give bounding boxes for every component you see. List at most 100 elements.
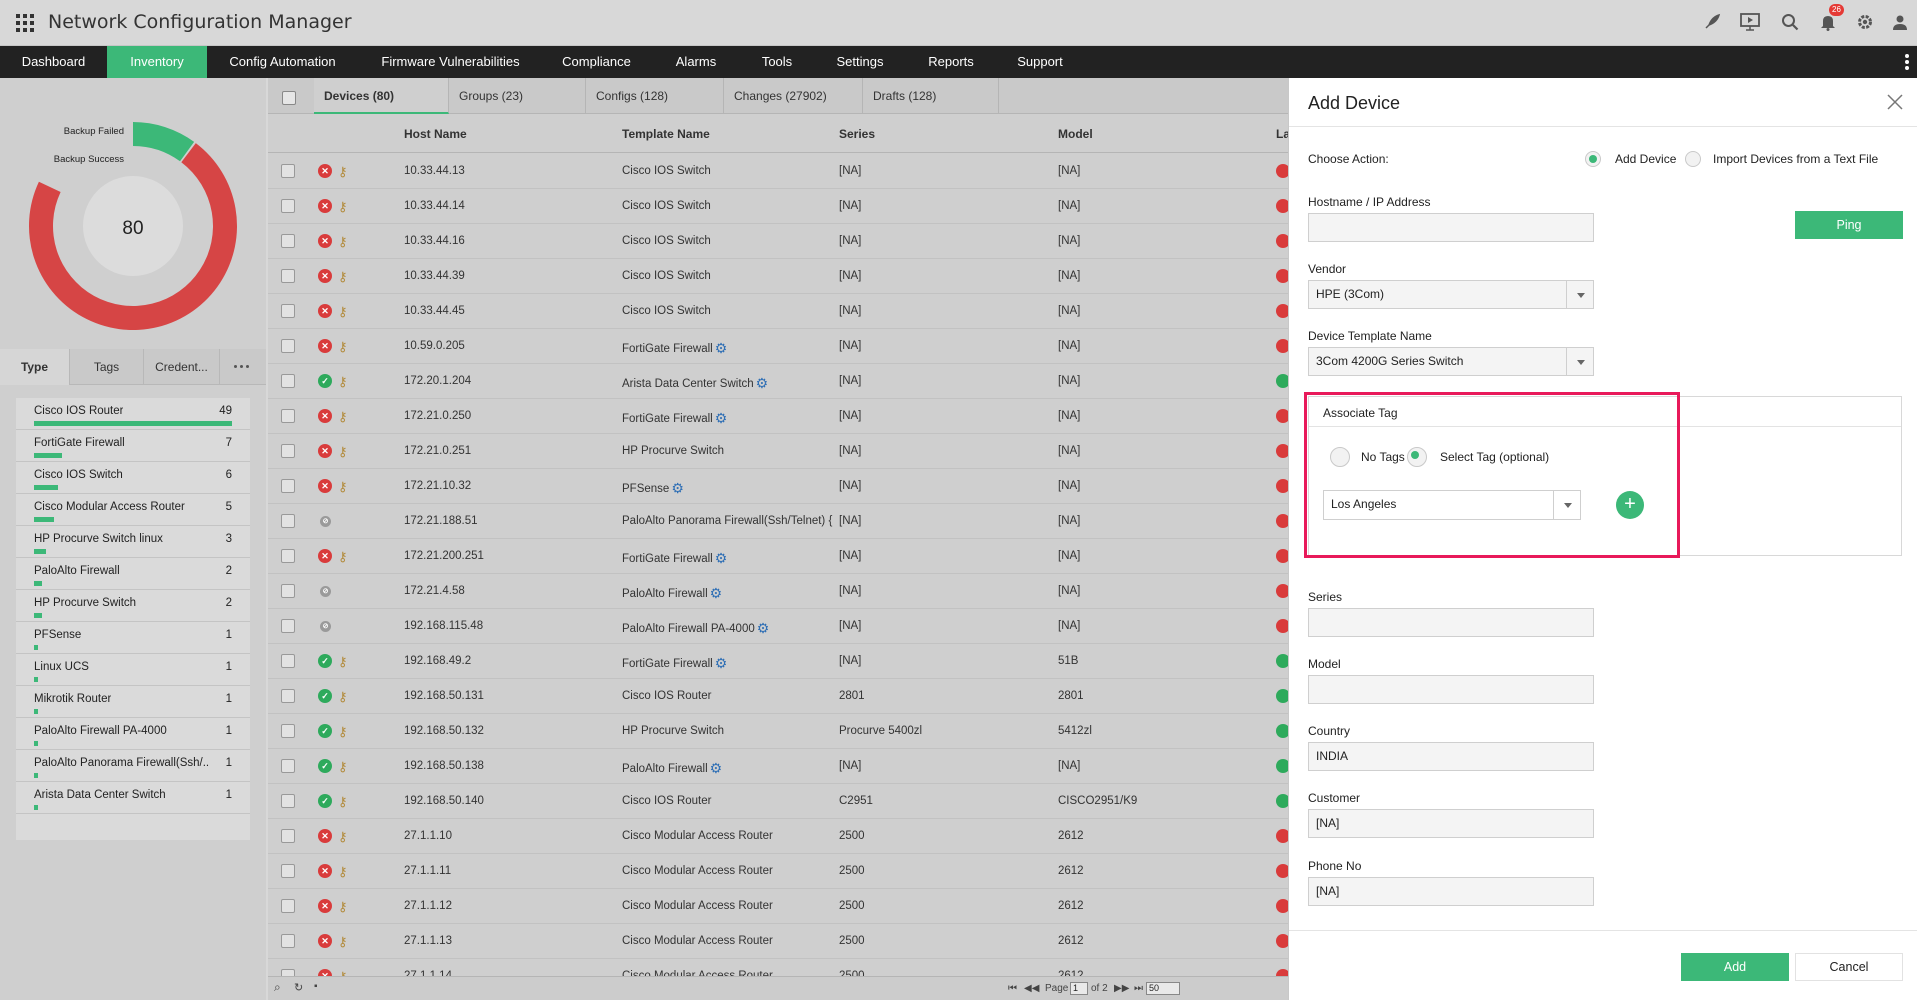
credential-key-icon[interactable]: ⚷ xyxy=(338,479,348,495)
row-checkbox[interactable] xyxy=(281,269,295,283)
gear-icon[interactable]: ⚙ xyxy=(756,375,769,392)
table-row[interactable]: ✕ ⚷ 172.21.0.251 HP Procurve Switch [NA] [NA] xyxy=(268,434,1290,469)
row-checkbox[interactable] xyxy=(281,829,295,843)
host-name-cell[interactable]: 27.1.1.11 xyxy=(404,865,451,877)
tab-changes[interactable]: Changes (27902) xyxy=(724,78,863,114)
export-icon[interactable]: ▪ xyxy=(314,981,318,992)
hostname-input[interactable] xyxy=(1308,213,1594,242)
credential-key-icon[interactable]: ⚷ xyxy=(338,199,348,215)
gear-icon[interactable]: ⚙ xyxy=(710,760,723,777)
row-checkbox[interactable] xyxy=(281,549,295,563)
type-list-item[interactable]: FortiGate Firewall 7 xyxy=(16,430,250,462)
table-row[interactable]: ✕ ⚷ 10.33.44.14 Cisco IOS Switch [NA] [NA] xyxy=(268,189,1290,224)
host-name-cell[interactable]: 10.59.0.205 xyxy=(404,340,465,352)
type-list-item[interactable]: Linux UCS 1 xyxy=(16,654,250,686)
host-name-cell[interactable]: 172.21.0.251 xyxy=(404,445,471,457)
credential-key-icon[interactable]: ⚷ xyxy=(338,829,348,845)
table-row[interactable]: ✓ ⚷ 192.168.49.2 FortiGate Firewall ⚙ [NA] 51B xyxy=(268,644,1290,679)
refresh-icon[interactable]: ↻ xyxy=(294,981,303,994)
tab-tags[interactable]: Tags xyxy=(70,349,144,385)
nav-settings[interactable]: Settings xyxy=(812,46,908,78)
host-name-cell[interactable]: 172.20.1.204 xyxy=(404,375,471,387)
tab-devices[interactable]: Devices (80) xyxy=(314,78,449,114)
row-checkbox[interactable] xyxy=(281,304,295,318)
host-name-cell[interactable]: 172.21.4.58 xyxy=(404,585,465,597)
add-button[interactable]: Add xyxy=(1681,953,1789,981)
chevron-down-icon[interactable] xyxy=(1566,281,1593,308)
type-list-item[interactable]: Cisco IOS Switch 6 xyxy=(16,462,250,494)
host-name-cell[interactable]: 172.21.188.51 xyxy=(404,515,478,527)
per-page-select[interactable]: 50 xyxy=(1146,982,1180,995)
host-name-cell[interactable]: 10.33.44.39 xyxy=(404,270,465,282)
page-input[interactable]: 1 xyxy=(1070,982,1088,995)
host-name-cell[interactable]: 192.168.50.138 xyxy=(404,760,484,772)
table-row[interactable]: ✕ ⚷ 10.33.44.39 Cisco IOS Switch [NA] [NA] xyxy=(268,259,1290,294)
tab-configs[interactable]: Configs (128) xyxy=(586,78,724,114)
table-row[interactable]: ✕ ⚷ 10.33.44.45 Cisco IOS Switch [NA] [NA] xyxy=(268,294,1290,329)
row-checkbox[interactable] xyxy=(281,374,295,388)
table-row[interactable]: ✕ ⚷ 172.21.10.32 PFSense ⚙ [NA] [NA] xyxy=(268,469,1290,504)
table-row[interactable]: ⊘ 172.21.188.51 PaloAlto Panorama Firewall… xyxy=(268,504,1290,539)
table-row[interactable]: ✓ ⚷ 192.168.50.132 HP Procurve Switch Procur… xyxy=(268,714,1290,749)
chevron-down-icon[interactable] xyxy=(1566,348,1593,375)
last-page-icon[interactable]: ⏭ xyxy=(1134,983,1143,994)
table-row[interactable]: ✕ ⚷ 27.1.1.10 Cisco Modular Access Router 25… xyxy=(268,819,1290,854)
table-row[interactable]: ✕ ⚷ 10.59.0.205 FortiGate Firewall ⚙ [NA] [NA] xyxy=(268,329,1290,364)
host-name-cell[interactable]: 192.168.50.140 xyxy=(404,795,484,807)
rocket-icon[interactable] xyxy=(1700,10,1724,34)
search-icon[interactable] xyxy=(1778,10,1802,34)
host-name-cell[interactable]: 172.21.0.250 xyxy=(404,410,471,422)
credential-key-icon[interactable]: ⚷ xyxy=(338,654,348,670)
type-list-item[interactable]: PFSense 1 xyxy=(16,622,250,654)
table-row[interactable]: ✓ ⚷ 192.168.50.131 Cisco IOS Router 2801 2801 xyxy=(268,679,1290,714)
credential-key-icon[interactable]: ⚷ xyxy=(338,269,348,285)
bell-icon[interactable]: 26 xyxy=(1816,4,1844,34)
more-menu-icon[interactable] xyxy=(1905,54,1909,72)
type-list-item[interactable]: HP Procurve Switch linux 3 xyxy=(16,526,250,558)
credential-key-icon[interactable]: ⚷ xyxy=(338,444,348,460)
row-checkbox[interactable] xyxy=(281,899,295,913)
row-checkbox[interactable] xyxy=(281,654,295,668)
nav-alarms[interactable]: Alarms xyxy=(650,46,742,78)
credential-key-icon[interactable]: ⚷ xyxy=(338,864,348,880)
add-device-radio[interactable] xyxy=(1585,151,1601,167)
row-checkbox[interactable] xyxy=(281,934,295,948)
credential-key-icon[interactable]: ⚷ xyxy=(338,304,348,320)
user-icon[interactable] xyxy=(1888,10,1912,34)
row-checkbox[interactable] xyxy=(281,199,295,213)
search-icon[interactable]: ⌕ xyxy=(274,980,281,995)
phone-input[interactable]: [NA] xyxy=(1308,877,1594,906)
model-input[interactable] xyxy=(1308,675,1594,704)
host-name-cell[interactable]: 10.33.44.16 xyxy=(404,235,465,247)
type-list-item[interactable]: HP Procurve Switch 2 xyxy=(16,590,250,622)
host-name-cell[interactable]: 192.168.49.2 xyxy=(404,655,471,667)
row-checkbox[interactable] xyxy=(281,759,295,773)
table-row[interactable]: ✓ ⚷ 192.168.50.140 Cisco IOS Router C2951 CIS… xyxy=(268,784,1290,819)
host-name-cell[interactable]: 192.168.50.132 xyxy=(404,725,484,737)
table-row[interactable]: ⊘ 192.168.115.48 PaloAlto Firewall PA-4000… xyxy=(268,609,1290,644)
table-row[interactable]: ✕ ⚷ 172.21.0.250 FortiGate Firewall ⚙ [NA] [NA… xyxy=(268,399,1290,434)
presentation-icon[interactable] xyxy=(1738,10,1762,34)
host-name-cell[interactable]: 192.168.115.48 xyxy=(404,620,483,632)
first-page-icon[interactable]: ⏮ xyxy=(1008,983,1017,994)
country-input[interactable]: INDIA xyxy=(1308,742,1594,771)
row-checkbox[interactable] xyxy=(281,584,295,598)
type-list-item[interactable]: PaloAlto Panorama Firewall(Ssh/... 1 xyxy=(16,750,250,782)
type-list-item[interactable]: Mikrotik Router 1 xyxy=(16,686,250,718)
host-name-cell[interactable]: 10.33.44.14 xyxy=(404,200,465,212)
host-name-cell[interactable]: 192.168.50.131 xyxy=(404,690,484,702)
gear-icon[interactable]: ⚙ xyxy=(710,585,723,602)
nav-tools[interactable]: Tools xyxy=(742,46,812,78)
import-devices-radio-label[interactable]: Import Devices from a Text File xyxy=(1713,152,1878,166)
series-input[interactable] xyxy=(1308,608,1594,637)
add-device-radio-label[interactable]: Add Device xyxy=(1615,152,1676,166)
row-checkbox[interactable] xyxy=(281,619,295,633)
credential-key-icon[interactable]: ⚷ xyxy=(338,934,348,950)
table-row[interactable]: ✓ ⚷ 192.168.50.138 PaloAlto Firewall ⚙ [NA] [N… xyxy=(268,749,1290,784)
host-name-cell[interactable]: 172.21.10.32 xyxy=(404,480,471,492)
table-row[interactable]: ✕ ⚷ 10.33.44.13 Cisco IOS Switch [NA] [NA] xyxy=(268,154,1290,189)
host-name-cell[interactable]: 172.21.200.251 xyxy=(404,550,484,562)
row-checkbox[interactable] xyxy=(281,689,295,703)
host-name-cell[interactable]: 27.1.1.12 xyxy=(404,900,452,912)
nav-support[interactable]: Support xyxy=(994,46,1086,78)
